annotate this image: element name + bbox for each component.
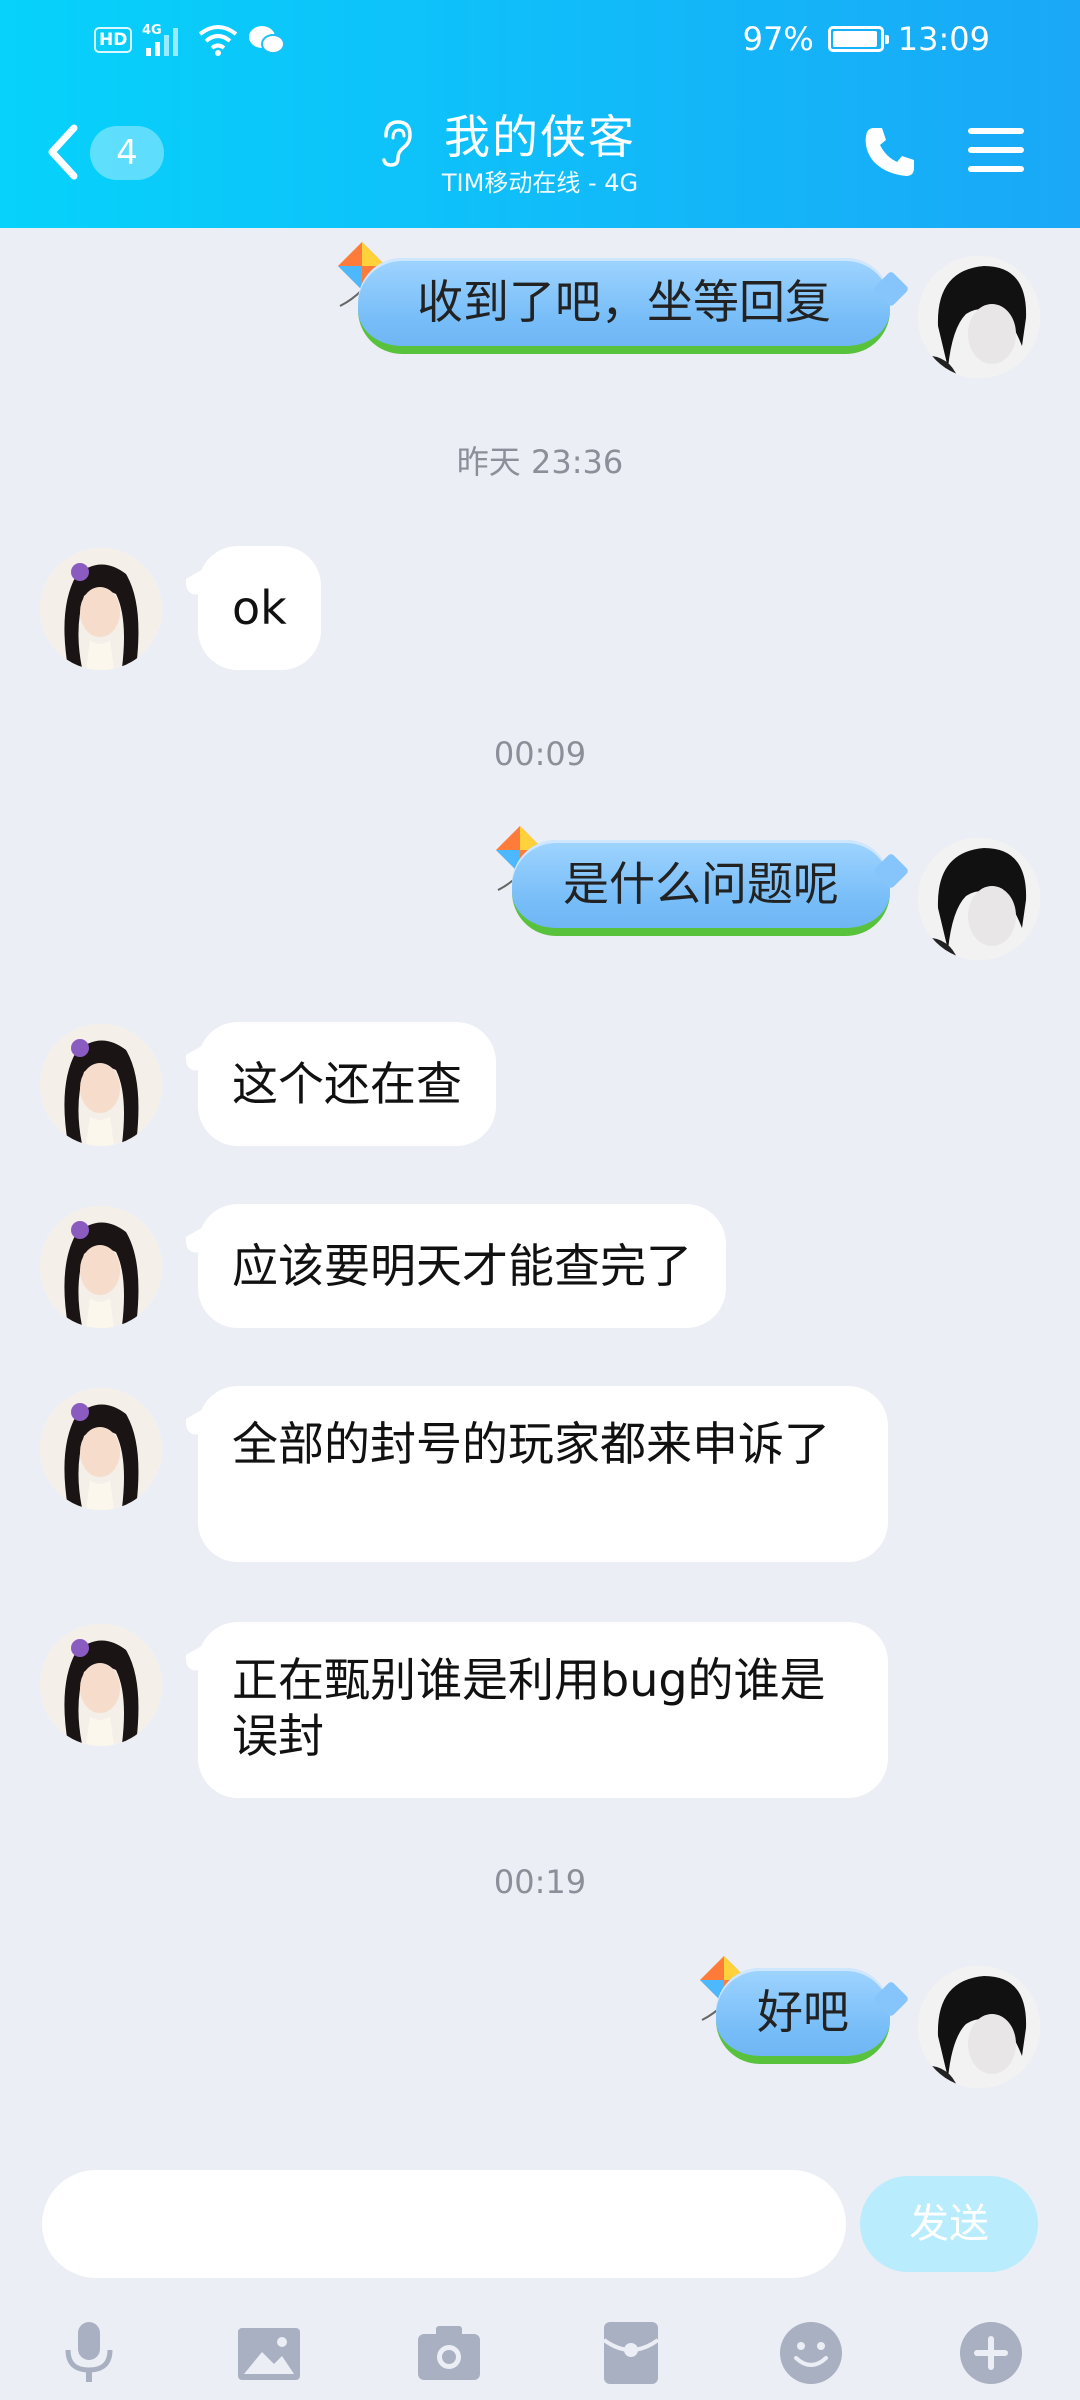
- timestamp: 00:19: [493, 1863, 587, 1901]
- unread-count-badge[interactable]: 4: [90, 126, 164, 180]
- received-message-bubble[interactable]: 正在甄别谁是利用bug的谁是误封: [198, 1622, 888, 1798]
- my-avatar[interactable]: [918, 256, 1040, 378]
- battery-level: [832, 31, 878, 47]
- received-message-bubble[interactable]: 应该要明天才能查完了: [198, 1204, 726, 1328]
- received-message-bubble[interactable]: 全部的封号的玩家都来申诉了: [198, 1386, 888, 1562]
- contact-avatar[interactable]: [40, 1024, 162, 1146]
- chat-title-block[interactable]: 我的侠客 TIM移动在线 - 4G: [340, 108, 740, 198]
- signal-icon: 4G: [142, 23, 179, 56]
- menu-icon[interactable]: [968, 128, 1024, 176]
- clock: 13:09: [897, 20, 990, 58]
- received-message-bubble[interactable]: 这个还在查: [198, 1022, 496, 1146]
- input-bar: 发送: [0, 2158, 1080, 2400]
- plus-icon[interactable]: [958, 2320, 1024, 2386]
- status-bar: HD 4G 97% 13:09: [0, 0, 1080, 78]
- phone-icon[interactable]: [862, 124, 918, 180]
- sent-message-bubble[interactable]: 是什么问题呢: [512, 840, 890, 936]
- battery-tip: [884, 35, 889, 44]
- back-chevron-icon[interactable]: [44, 122, 80, 182]
- status-left: HD 4G: [94, 20, 286, 60]
- message-input[interactable]: [42, 2170, 846, 2278]
- menu-line: [968, 128, 1024, 134]
- wechat-icon: [249, 26, 286, 54]
- timestamp: 00:09: [493, 735, 587, 773]
- status-right: 97% 13:09: [743, 18, 990, 60]
- message-text: ok: [232, 581, 287, 635]
- message-text: 好吧: [757, 1985, 849, 2039]
- message-text: 正在甄别谁是利用bug的谁是误封: [232, 1653, 826, 1763]
- microphone-icon[interactable]: [56, 2320, 122, 2386]
- contact-avatar[interactable]: [40, 1388, 162, 1510]
- contact-avatar[interactable]: [40, 1206, 162, 1328]
- message-text: 应该要明天才能查完了: [232, 1239, 692, 1293]
- input-toolbar: [0, 2308, 1080, 2398]
- message-text: 全部的封号的玩家都来申诉了: [232, 1417, 830, 1471]
- contact-avatar[interactable]: [40, 548, 162, 670]
- received-message-bubble[interactable]: ok: [198, 546, 321, 670]
- emoji-icon[interactable]: [778, 2320, 844, 2386]
- camera-icon[interactable]: [416, 2320, 482, 2386]
- send-button[interactable]: 发送: [860, 2176, 1038, 2272]
- sent-message-bubble[interactable]: 好吧: [716, 1968, 890, 2064]
- my-avatar[interactable]: [918, 838, 1040, 960]
- online-status: TIM移动在线 - 4G: [441, 169, 639, 197]
- sent-message-bubble[interactable]: 收到了吧，坐等回复: [358, 258, 890, 354]
- message-text: 收到了吧，坐等回复: [417, 275, 831, 329]
- battery-percent: 97%: [742, 20, 814, 58]
- menu-line: [968, 166, 1024, 172]
- message-text: 这个还在查: [232, 1057, 462, 1111]
- my-avatar[interactable]: [918, 1966, 1040, 2088]
- network-type-label: 4G: [142, 23, 162, 38]
- message-list[interactable]: 收到了吧，坐等回复 昨天 23:36 ok 00:09 是什么问题呢 这个还在查…: [0, 228, 1080, 2158]
- contact-avatar[interactable]: [40, 1624, 162, 1746]
- chat-title: 我的侠客: [444, 110, 636, 164]
- timestamp: 昨天 23:36: [456, 443, 624, 481]
- chat-header: HD 4G 97% 13:09 4 我的侠客 TIM移动在线 - 4G: [0, 0, 1080, 228]
- hd-badge: HD: [94, 27, 133, 53]
- red-packet-icon[interactable]: [598, 2320, 664, 2386]
- wifi-icon: [199, 25, 238, 56]
- message-text: 是什么问题呢: [563, 857, 839, 911]
- image-icon[interactable]: [236, 2320, 302, 2386]
- battery-icon: [827, 26, 889, 52]
- menu-line: [968, 147, 1024, 153]
